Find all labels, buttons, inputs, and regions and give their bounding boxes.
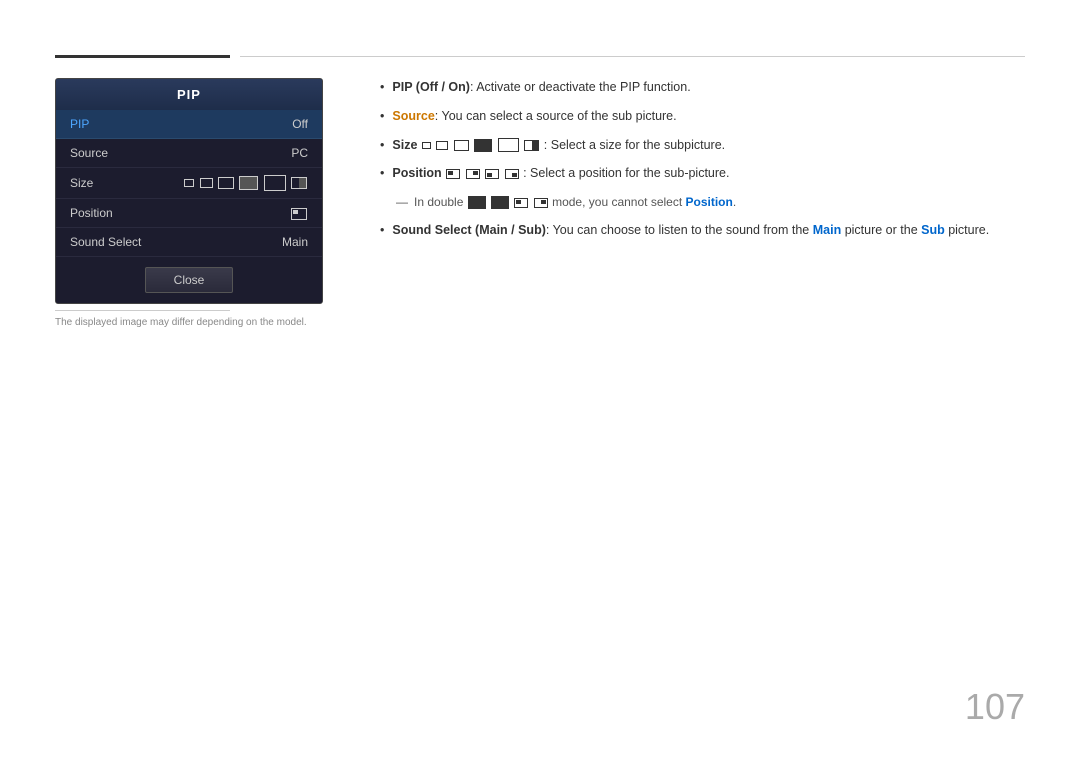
- bullet-list-2: Sound Select (Main / Sub): You can choos…: [380, 221, 1025, 240]
- bullet-position: Position : Select a position for the sub…: [380, 164, 1025, 183]
- sound-select-bold: Sound Select (Main / Sub): [392, 223, 545, 237]
- size-icon-m: [218, 177, 234, 189]
- pip-row-position[interactable]: Position: [56, 199, 322, 228]
- double-icon-3: [514, 198, 528, 208]
- double-icon-1: [468, 196, 486, 209]
- pip-row-sound-select-value: Main: [282, 235, 308, 249]
- pip-row-size[interactable]: Size: [56, 168, 322, 199]
- bullet-pip-onoff: PIP (Off / On): Activate or deactivate t…: [380, 78, 1025, 97]
- panel-note: The displayed image may differ depending…: [55, 310, 307, 328]
- close-button[interactable]: Close: [145, 267, 234, 293]
- size-icon-xl: [264, 175, 286, 191]
- double-icon-4: [534, 198, 548, 208]
- pip-row-sound-select[interactable]: Sound Select Main: [56, 228, 322, 257]
- size-inline-l: [474, 139, 492, 152]
- bullet-pip-onoff-text: PIP (Off / On): Activate or deactivate t…: [392, 78, 690, 97]
- pip-menu: PIP Off Source PC Size Position: [56, 110, 322, 257]
- pip-row-source-value: PC: [291, 146, 308, 160]
- size-bold: Size: [392, 138, 417, 152]
- pip-title: PIP: [56, 79, 322, 110]
- size-inline-xl: [498, 138, 519, 152]
- pip-row-size-label: Size: [70, 176, 93, 190]
- size-icon-l: [239, 176, 258, 190]
- page-number: 107: [965, 686, 1025, 728]
- pos-inline-tl: [446, 169, 460, 179]
- bullet-sound-select-text: Sound Select (Main / Sub): You can choos…: [392, 221, 989, 240]
- size-icon-split: [291, 177, 307, 189]
- pip-row-source-label: Source: [70, 146, 108, 160]
- pos-inline-br: [505, 169, 519, 179]
- bullet-source: Source: You can select a source of the s…: [380, 107, 1025, 126]
- pos-inline-tr: [466, 169, 480, 179]
- pip-row-pip[interactable]: PIP Off: [56, 110, 322, 139]
- pos-icon-tl: [291, 208, 307, 220]
- bullet-position-text: Position : Select a position for the sub…: [392, 164, 729, 183]
- size-inline-split: [524, 140, 539, 151]
- panel-note-rule: [55, 310, 230, 311]
- top-bar-accent-line: [55, 55, 230, 58]
- size-inline-m: [454, 140, 469, 151]
- position-bold: Position: [392, 166, 441, 180]
- size-icon-s: [200, 178, 213, 188]
- pip-row-position-icons: [290, 206, 308, 220]
- pip-onoff-bold: PIP (Off / On): [392, 80, 470, 94]
- top-bar: [55, 55, 1025, 58]
- double-icon-2: [491, 196, 509, 209]
- pip-row-pip-label: PIP: [70, 117, 89, 131]
- bullet-sound-select: Sound Select (Main / Sub): You can choos…: [380, 221, 1025, 240]
- pip-close-area: Close: [56, 257, 322, 303]
- content-area: PIP (Off / On): Activate or deactivate t…: [380, 78, 1025, 250]
- size-icon-xs: [184, 179, 194, 187]
- sound-main-bold: Main: [813, 223, 841, 237]
- position-blue-bold: Position: [686, 195, 733, 209]
- bullet-list: PIP (Off / On): Activate or deactivate t…: [380, 78, 1025, 183]
- double-mode-note: In double mode, you cannot select Positi…: [396, 193, 1025, 211]
- pip-row-position-label: Position: [70, 206, 113, 220]
- pip-row-pip-value: Off: [292, 117, 308, 131]
- pip-row-sound-select-label: Sound Select: [70, 235, 141, 249]
- bullet-size: Size : Select a size for the subpicture.: [380, 136, 1025, 155]
- size-inline-xs: [422, 142, 431, 149]
- panel-note-text: The displayed image may differ depending…: [55, 317, 307, 328]
- pip-row-source[interactable]: Source PC: [56, 139, 322, 168]
- pip-panel: PIP PIP Off Source PC Size: [55, 78, 323, 304]
- sound-sub-bold: Sub: [921, 223, 945, 237]
- pip-row-size-icons: [183, 175, 308, 191]
- bullet-size-text: Size : Select a size for the subpicture.: [392, 136, 725, 155]
- size-inline-s: [436, 141, 448, 150]
- double-mode-note-text: In double mode, you cannot select Positi…: [414, 193, 736, 211]
- pos-inline-bl: [485, 169, 499, 179]
- bullet-source-text: Source: You can select a source of the s…: [392, 107, 676, 126]
- top-bar-rule: [240, 56, 1025, 57]
- source-bold: Source: [392, 109, 434, 123]
